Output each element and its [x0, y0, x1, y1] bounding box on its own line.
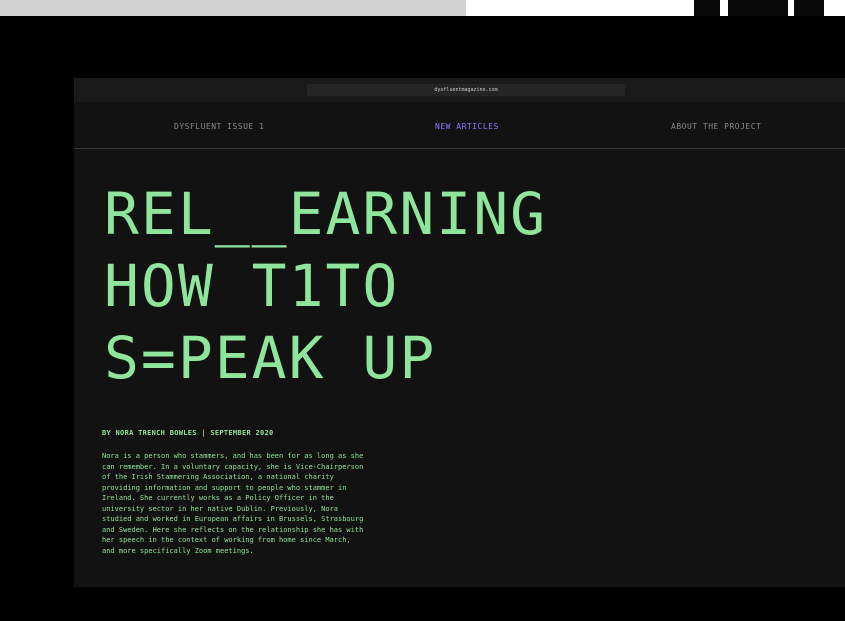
title-line: S=PEAK UP [104, 324, 437, 392]
article-title: REL__EARNING HOW T1TO S=PEAK UP [104, 178, 547, 394]
video-frame: dysfluentmagazine.com DYSFLUENT ISSUE 1 … [0, 16, 845, 621]
article-byline: BY NORA TRENCH BOWLES | SEPTEMBER 2020 [102, 429, 274, 437]
browser-window: dysfluentmagazine.com DYSFLUENT ISSUE 1 … [74, 78, 845, 587]
nav-issue-link[interactable]: DYSFLUENT ISSUE 1 [174, 122, 264, 131]
address-bar: dysfluentmagazine.com [74, 78, 845, 102]
logo-block [728, 0, 788, 16]
top-gray-band [0, 0, 466, 16]
title-line: REL__EARNING [104, 180, 548, 248]
nav-new-articles-link[interactable]: NEW ARTICLES [435, 122, 499, 131]
url-field[interactable]: dysfluentmagazine.com [307, 84, 625, 96]
site-nav: DYSFLUENT ISSUE 1 NEW ARTICLES ABOUT THE… [74, 102, 845, 149]
title-line: HOW T1TO [104, 252, 400, 320]
nav-about-link[interactable]: ABOUT THE PROJECT [671, 122, 761, 131]
corner-logo [694, 0, 845, 16]
author-bio: Nora is a person who stammers, and has b… [102, 452, 364, 555]
logo-block [794, 0, 824, 16]
logo-block [694, 0, 720, 16]
